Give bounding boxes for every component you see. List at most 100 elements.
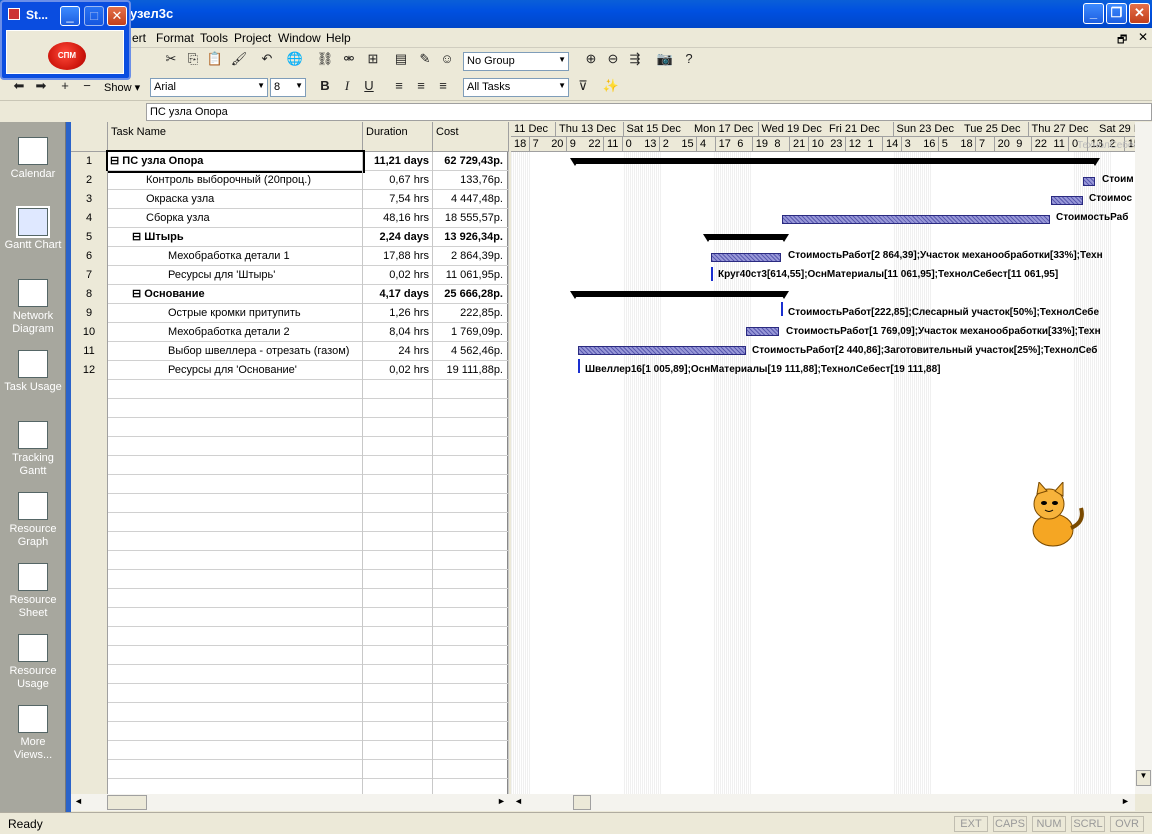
cell-task-name[interactable]: Ресурсы для 'Штырь' (108, 266, 363, 285)
cell-cost[interactable]: 1 769,09р. (433, 323, 509, 342)
cell-cost[interactable] (433, 551, 509, 570)
filter-combo[interactable]: All Tasks ▼ (463, 78, 569, 97)
cell-task-name[interactable] (108, 608, 363, 627)
menu-insert[interactable]: ert (132, 31, 146, 45)
cell-duration[interactable] (363, 646, 433, 665)
table-row[interactable]: 6 Мехобработка детали 1 17,88 hrs 2 864,39р… (71, 247, 509, 266)
row-number[interactable]: 11 (71, 342, 108, 361)
font-combo[interactable]: Arial ▼ (150, 78, 268, 97)
cell-task-name[interactable] (108, 665, 363, 684)
table-row[interactable] (71, 684, 509, 703)
cell-cost[interactable]: 13 926,34р. (433, 228, 509, 247)
row-number[interactable]: 1 (71, 152, 108, 171)
font-size-combo[interactable]: 8 ▼ (270, 78, 306, 97)
row-number[interactable]: 10 (71, 323, 108, 342)
view-resource-graph[interactable]: Resource Graph (0, 492, 66, 549)
cell-duration[interactable] (363, 494, 433, 513)
header-task-name[interactable]: Task Name (108, 122, 363, 152)
unlink-tasks-icon[interactable]: ⚮ (338, 48, 360, 70)
task-bar-6[interactable] (711, 253, 781, 262)
close-doc-icon[interactable]: ✕ (1138, 30, 1148, 44)
office-assistant-cat[interactable] (1011, 480, 1091, 552)
summary-bar-1[interactable] (570, 158, 1100, 166)
row-number[interactable] (71, 665, 108, 684)
task-bar-3[interactable] (1051, 196, 1083, 205)
row-number[interactable] (71, 703, 108, 722)
cell-duration[interactable] (363, 760, 433, 779)
cell-duration[interactable]: 0,02 hrs (363, 361, 433, 380)
chart-scroll-right-arrow[interactable]: ► (1121, 796, 1130, 806)
cell-cost[interactable] (433, 399, 509, 418)
cell-task-name[interactable]: Окраска узла (108, 190, 363, 209)
minimize-button[interactable]: _ (1083, 3, 1104, 24)
row-number[interactable] (71, 741, 108, 760)
row-number[interactable]: 2 (71, 171, 108, 190)
cell-duration[interactable]: 1,26 hrs (363, 304, 433, 323)
align-center-icon[interactable]: ≡ (410, 75, 432, 97)
table-row[interactable] (71, 380, 509, 399)
row-number[interactable] (71, 570, 108, 589)
autofilter-icon[interactable]: ⊽ (572, 75, 594, 97)
row-number[interactable] (71, 760, 108, 779)
cell-duration[interactable] (363, 570, 433, 589)
table-row[interactable] (71, 646, 509, 665)
cell-task-name[interactable]: Мехобработка детали 2 (108, 323, 363, 342)
popup-maximize-button[interactable]: □ (84, 6, 104, 26)
milestone-12[interactable] (578, 359, 580, 373)
undo-icon[interactable]: ↶ (256, 48, 278, 70)
cell-cost[interactable] (433, 437, 509, 456)
table-row[interactable] (71, 703, 509, 722)
view-resource-usage[interactable]: Resource Usage (0, 634, 66, 691)
popup-close-button[interactable]: ✕ (107, 6, 127, 26)
cell-task-name[interactable] (108, 513, 363, 532)
scroll-down-arrow[interactable]: ▼ (1136, 770, 1151, 786)
cell-cost[interactable]: 222,85р. (433, 304, 509, 323)
cell-task-name[interactable]: Выбор швеллера - отрезать (газом) (108, 342, 363, 361)
cell-duration[interactable] (363, 456, 433, 475)
row-number[interactable] (71, 456, 108, 475)
chart-horizontal-scrollbar[interactable]: ◄ ► (511, 794, 1135, 811)
cell-task-name[interactable] (108, 722, 363, 741)
milestone-7[interactable] (711, 267, 713, 281)
cell-task-name[interactable] (108, 570, 363, 589)
cell-task-name[interactable] (108, 684, 363, 703)
cell-cost[interactable] (433, 665, 509, 684)
underline-icon[interactable]: U (358, 75, 380, 97)
cell-duration[interactable] (363, 399, 433, 418)
table-row[interactable]: 7 Ресурсы для 'Штырь' 0,02 hrs 11 061,95р. (71, 266, 509, 285)
cut-icon[interactable]: ✂ (160, 48, 182, 70)
table-row[interactable] (71, 741, 509, 760)
row-number[interactable]: 6 (71, 247, 108, 266)
bold-icon[interactable]: B (314, 75, 336, 97)
row-number[interactable] (71, 380, 108, 399)
view-calendar[interactable]: Calendar (0, 137, 66, 181)
cell-duration[interactable]: 0,02 hrs (363, 266, 433, 285)
cell-cost[interactable]: 133,76р. (433, 171, 509, 190)
table-row[interactable]: 4 Сборка узла 48,16 hrs 18 555,57р. (71, 209, 509, 228)
zoom-in-icon[interactable]: ⊕ (580, 48, 602, 70)
cell-cost[interactable] (433, 475, 509, 494)
table-row[interactable] (71, 399, 509, 418)
copy-picture-icon[interactable]: 📷 (654, 48, 676, 70)
cell-task-name[interactable] (108, 551, 363, 570)
cell-cost[interactable] (433, 646, 509, 665)
cell-task-name[interactable]: ⊟ Штырь (108, 228, 363, 247)
cell-task-name[interactable] (108, 456, 363, 475)
table-row[interactable] (71, 475, 509, 494)
cell-cost[interactable] (433, 741, 509, 760)
cell-cost[interactable] (433, 760, 509, 779)
gantt-chart[interactable]: 11 Dec Thu 13 Dec Sat 15 Dec Mon 17 Dec Wed … (511, 122, 1135, 794)
cell-task-name[interactable]: Ресурсы для 'Основание' (108, 361, 363, 380)
view-more-views[interactable]: More Views... (0, 705, 66, 762)
view-tracking-gantt[interactable]: Tracking Gantt (0, 421, 66, 478)
cell-duration[interactable] (363, 589, 433, 608)
summary-bar-5[interactable] (703, 234, 789, 242)
row-number[interactable]: 9 (71, 304, 108, 323)
assign-resources-icon[interactable]: ☺ (436, 48, 458, 70)
table-row[interactable]: 3 Окраска узла 7,54 hrs 4 447,48р. (71, 190, 509, 209)
menu-project[interactable]: Project (234, 31, 271, 45)
cell-duration[interactable] (363, 532, 433, 551)
row-number[interactable]: 3 (71, 190, 108, 209)
table-row[interactable] (71, 608, 509, 627)
grid-horizontal-scrollbar[interactable]: ◄ ► (71, 794, 511, 811)
